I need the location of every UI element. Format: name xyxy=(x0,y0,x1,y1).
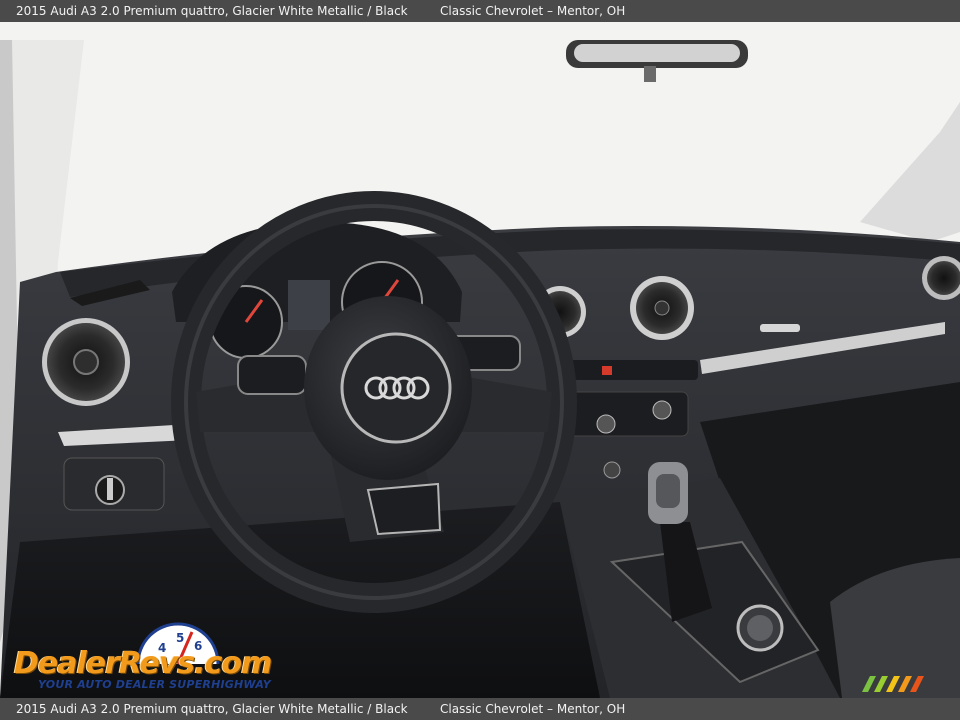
dealer-caption-bottom: Classic Chevrolet – Mentor, OH xyxy=(440,702,626,716)
stripes-logo-icon xyxy=(862,676,924,692)
driver-info-display xyxy=(288,280,330,330)
vehicle-caption-bottom: 2015 Audi A3 2.0 Premium quattro, Glacie… xyxy=(16,702,408,716)
dealer-caption: Classic Chevrolet – Mentor, OH xyxy=(440,4,626,18)
left-spoke-controls xyxy=(237,355,307,395)
dashboard-illustration xyxy=(0,22,960,698)
svg-text:5: 5 xyxy=(176,631,184,645)
hazard-button xyxy=(602,366,612,375)
dash-badge xyxy=(760,324,800,332)
top-caption-bar: 2015 Audi A3 2.0 Premium quattro, Glacie… xyxy=(0,0,960,22)
power-outlet xyxy=(603,461,621,479)
watermark-brand: DealerRevs.com xyxy=(14,646,272,681)
dealerrevs-watermark: 4 5 6 DealerRevs.com YOUR AUTO DEALER SU… xyxy=(12,622,272,694)
vehicle-caption: 2015 Audi A3 2.0 Premium quattro, Glacie… xyxy=(16,4,408,18)
bottom-caption-bar: 2015 Audi A3 2.0 Premium quattro, Glacie… xyxy=(0,698,960,720)
interior-photo xyxy=(0,22,960,698)
hazard-panel xyxy=(570,360,698,380)
watermark-tagline: YOUR AUTO DEALER SUPERHIGHWAY xyxy=(38,678,271,691)
